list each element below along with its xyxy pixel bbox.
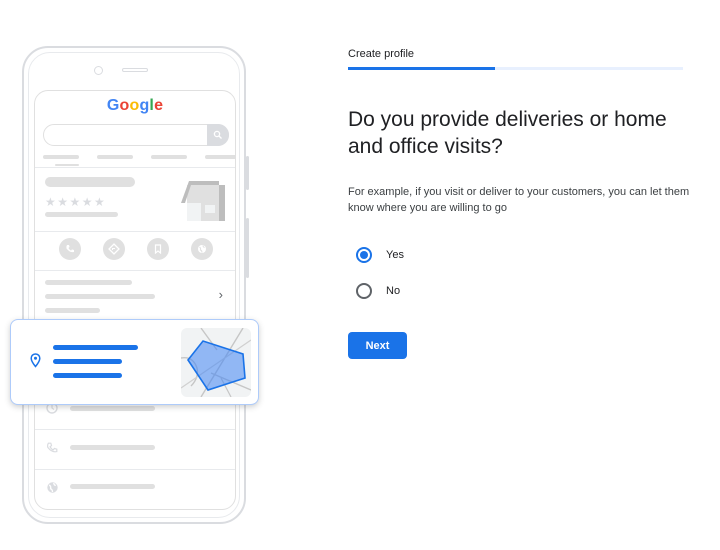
phone-illustration: Google ★★★★★ › [22,46,249,524]
logo-letter: G [106,97,120,114]
tab-placeholder [43,155,79,159]
text-placeholder [70,484,155,489]
address-line-placeholder [53,359,122,364]
divider [35,429,235,430]
phone-icon [59,238,81,260]
service-area-map [181,328,251,397]
text-placeholder [70,445,155,450]
directions-icon [103,238,125,260]
divider [35,469,235,470]
rating-stars: ★★★★★ [45,195,107,209]
tab-indicator [55,164,79,166]
globe-icon [45,480,59,494]
phone-screen: Google ★★★★★ › [34,90,236,510]
storefront-icon [181,181,225,221]
phone-camera [94,66,103,75]
phone-speaker [122,68,148,72]
phone-side-button [246,218,249,278]
option-label: Yes [386,249,404,261]
text-placeholder [45,308,100,313]
phone-side-button [246,156,249,190]
logo-letter: o [129,97,140,114]
address-line-placeholder [53,373,122,378]
business-name-placeholder [45,177,135,187]
progress-bar [348,67,683,70]
chevron-right-icon: › [218,287,223,302]
location-pin-icon [30,353,41,368]
logo-letter: o [119,97,130,114]
progress-bar-fill [348,67,496,70]
option-yes[interactable]: Yes [356,247,404,263]
next-button[interactable]: Next [348,332,407,359]
step-label: Create profile [348,48,415,60]
map-area-icon [181,328,251,397]
tab-placeholder [97,155,133,159]
helper-text: For example, if you visit or deliver to … [348,186,690,214]
page-title: Do you provide deliveries or home and of… [348,108,667,158]
text-placeholder [45,212,118,217]
bookmark-icon [147,238,169,260]
logo-letter: e [154,97,164,114]
text-placeholder [70,406,155,411]
illustration-search-bar [43,124,229,146]
option-label: No [386,285,401,297]
divider [35,167,235,168]
divider [35,270,235,271]
tab-placeholder [205,155,235,159]
logo-letter: g [139,97,150,114]
service-area-card [10,319,259,405]
phone-icon [45,441,59,455]
divider [35,231,235,232]
globe-icon [191,238,213,260]
search-icon [207,124,229,146]
radio-button-no[interactable] [356,283,372,299]
google-logo: Google [35,97,235,115]
text-placeholder [45,294,155,299]
option-no[interactable]: No [356,283,400,299]
address-line-placeholder [53,345,138,350]
tab-placeholder [151,155,187,159]
radio-button-yes[interactable] [356,247,372,263]
text-placeholder [45,280,132,285]
